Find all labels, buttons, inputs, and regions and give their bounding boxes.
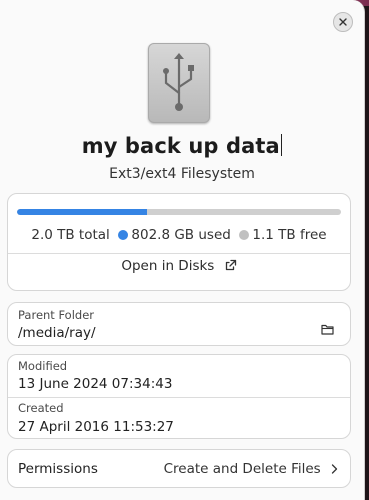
usage-bar bbox=[17, 209, 341, 215]
modified-label: Modified bbox=[18, 359, 68, 373]
divider bbox=[8, 397, 350, 398]
free-size: 1.1 TB free bbox=[252, 227, 327, 243]
drive-name[interactable]: my back up data bbox=[0, 134, 364, 158]
open-in-disks-label: Open in Disks bbox=[121, 258, 215, 274]
usb-drive-icon bbox=[148, 43, 210, 123]
text-cursor bbox=[280, 134, 283, 156]
close-button[interactable] bbox=[333, 12, 353, 32]
usage-bar-fill bbox=[17, 209, 147, 215]
modified-value: 13 June 2024 07:34:43 bbox=[18, 376, 173, 392]
permissions-label: Permissions bbox=[18, 461, 98, 477]
used-size: 802.8 GB used bbox=[131, 227, 231, 243]
drive-name-text: my back up data bbox=[81, 134, 280, 158]
usage-card: 2.0 TB total 802.8 GB used 1.1 TB free O… bbox=[7, 193, 351, 291]
chevron-right-icon bbox=[331, 464, 338, 474]
created-label: Created bbox=[18, 401, 64, 415]
close-icon bbox=[339, 18, 347, 26]
free-dot-icon bbox=[239, 230, 250, 240]
usage-summary: 2.0 TB total 802.8 GB used 1.1 TB free bbox=[8, 227, 350, 243]
open-parent-folder-button[interactable] bbox=[321, 320, 334, 339]
total-size: 2.0 TB total bbox=[31, 227, 110, 243]
parent-folder-path: /media/ray/ bbox=[18, 325, 96, 341]
parent-folder-card: Parent Folder /media/ray/ bbox=[7, 302, 351, 346]
divider bbox=[8, 253, 350, 254]
dates-card: Modified 13 June 2024 07:34:43 Created 2… bbox=[7, 354, 351, 439]
properties-dialog: my back up data Ext3/ext4 Filesystem 2.0… bbox=[0, 0, 365, 500]
parent-folder-label: Parent Folder bbox=[18, 308, 95, 322]
external-link-icon bbox=[225, 259, 236, 271]
created-value: 27 April 2016 11:53:27 bbox=[18, 419, 174, 435]
filesystem-type: Ext3/ext4 Filesystem bbox=[109, 166, 255, 182]
permissions-value: Create and Delete Files bbox=[164, 461, 338, 477]
open-in-disks-button[interactable]: Open in Disks bbox=[8, 258, 350, 274]
permissions-row[interactable]: Permissions Create and Delete Files bbox=[7, 449, 351, 488]
permissions-value-text: Create and Delete Files bbox=[163, 461, 321, 477]
folder-icon bbox=[321, 324, 334, 335]
used-dot-icon bbox=[118, 230, 129, 240]
